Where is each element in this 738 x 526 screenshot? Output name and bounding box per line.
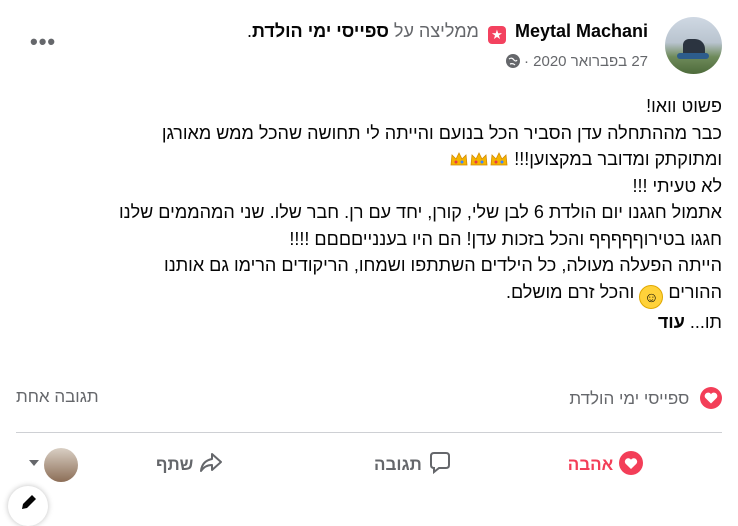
post-date[interactable]: 27 בפברואר 2020 bbox=[533, 53, 648, 70]
see-more-link[interactable]: עוד bbox=[658, 312, 685, 332]
page-name-link[interactable]: ספייסי ימי הולדת bbox=[252, 21, 389, 41]
post-stats: ספייסי ימי הולדת תגובה אחת bbox=[16, 385, 722, 415]
recommends-text: ממליצה על bbox=[393, 21, 479, 41]
crown-icon bbox=[470, 152, 488, 166]
globe-icon[interactable] bbox=[505, 54, 520, 68]
author-avatar[interactable] bbox=[665, 17, 722, 74]
truncated-line: תו... עוד bbox=[17, 309, 722, 336]
share-label: שתף bbox=[156, 455, 194, 474]
post-body: פשוט וואו! כבר מההתחלה עדן הסביר הכל בנו… bbox=[17, 93, 722, 335]
post-meta: 27 בפברואר 2020 · bbox=[504, 53, 648, 70]
love-button[interactable]: אהבה bbox=[568, 450, 644, 476]
comment-label: תגובה bbox=[374, 455, 422, 474]
post-header: Meytal Machani ★ ממליצה על ספייסי ימי הו… bbox=[16, 17, 722, 77]
chevron-down-icon[interactable] bbox=[29, 460, 39, 466]
post-line-with-crowns: ומתוקתק ומדובר במקצוען!!! bbox=[17, 146, 722, 173]
post-line: והכל זרם מושלם. bbox=[505, 281, 635, 302]
heart-icon bbox=[619, 451, 643, 475]
avatar-figure-legs bbox=[677, 53, 709, 59]
pencil-icon bbox=[22, 495, 36, 509]
reaction-label: ספייסי ימי הולדת bbox=[569, 389, 690, 408]
post-line: לא טעיתי !!! bbox=[632, 175, 723, 196]
header-title: Meytal Machani ★ ממליצה על ספייסי ימי הו… bbox=[247, 21, 648, 44]
post-line: כבר מההתחלה עדן הסביר הכל בנועם והייתה ל… bbox=[161, 122, 722, 143]
new-message-button[interactable] bbox=[8, 486, 48, 526]
post-actions: אהבה תגובה שתף bbox=[16, 440, 722, 490]
reaction-as-avatar[interactable] bbox=[44, 448, 78, 482]
love-label: אהבה bbox=[567, 455, 614, 474]
meta-separator: · bbox=[523, 53, 529, 70]
comment-icon bbox=[429, 452, 450, 475]
smiling-face-icon: ☺ bbox=[639, 284, 664, 309]
divider bbox=[16, 432, 722, 433]
post-line-with-smile: ההורים ☺ והכל זרם מושלם. bbox=[17, 279, 722, 309]
post-line: אתמול חגגנו יום הולדת 6 לבן שלי, קורן, י… bbox=[118, 202, 722, 222]
more-options-icon[interactable]: ••• bbox=[30, 31, 56, 53]
review-post: Meytal Machani ★ ממליצה על ספייסי ימי הו… bbox=[0, 0, 738, 526]
reactions-summary[interactable]: ספייסי ימי הולדת bbox=[569, 387, 722, 409]
post-line: ההורים bbox=[668, 281, 722, 302]
post-line: ומתוקתק ומדובר במקצוען!!! bbox=[514, 149, 722, 169]
share-button[interactable]: שתף bbox=[156, 450, 224, 476]
comment-button[interactable]: תגובה bbox=[374, 450, 453, 476]
recommendation-icon: ★ bbox=[487, 26, 506, 44]
post-line: פשוט וואו! bbox=[646, 96, 722, 116]
crown-icon bbox=[490, 152, 508, 166]
share-icon bbox=[200, 453, 223, 472]
heart-reaction-icon bbox=[700, 387, 722, 409]
author-name[interactable]: Meytal Machani bbox=[515, 21, 648, 41]
truncation-text: תו... bbox=[689, 311, 722, 332]
crown-icon bbox=[450, 152, 468, 166]
comments-count[interactable]: תגובה אחת bbox=[16, 387, 99, 407]
post-line: הייתה הפעלה מעולה, כל הילדים השתתפו ושמח… bbox=[164, 255, 722, 275]
post-line: חגגו בטירוףףףףף והכל בזכות עדן! הם היו ב… bbox=[289, 228, 722, 249]
